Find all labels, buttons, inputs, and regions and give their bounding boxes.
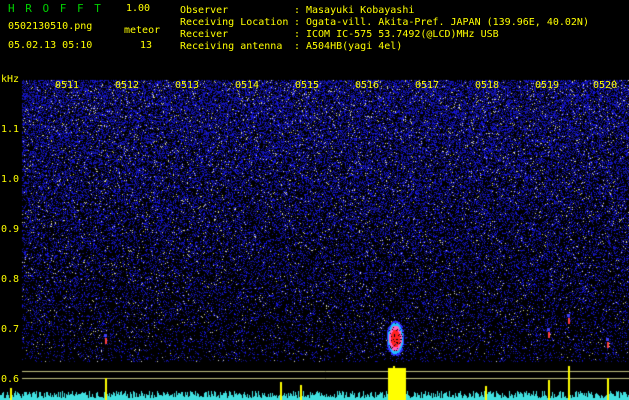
time-label: 0516 (355, 80, 380, 91)
time-label: 0515 (295, 80, 320, 91)
axis-unit: kHz (1, 74, 20, 85)
info-label: Receiving Location (180, 17, 289, 28)
hroft-display: H R O F F T 1.00 0502130510.png meteor 0… (0, 0, 629, 400)
time-label: 0520 (593, 80, 618, 91)
time-label: 0514 (235, 80, 260, 91)
time-label: 0517 (415, 80, 440, 91)
info-value: A504HB(yagi 4el) (306, 41, 403, 52)
y-tick: 1.0 (1, 174, 20, 185)
info-sep: : (294, 17, 301, 28)
time-label: 0513 (175, 80, 200, 91)
meteor-count: 13 (140, 40, 153, 51)
meteor-label: meteor (124, 25, 161, 36)
info-value: Ogata-vill. Akita-Pref. JAPAN (139.96E, … (306, 17, 589, 28)
time-label: 0519 (535, 80, 560, 91)
time-label: 0518 (475, 80, 500, 91)
y-tick: 0.6 (1, 374, 20, 385)
info-sep: : (294, 41, 301, 52)
info-label: Observer (180, 5, 229, 16)
time-label: 0511 (55, 80, 80, 91)
spectrogram (0, 0, 629, 400)
app-version: 1.00 (126, 3, 151, 14)
y-tick: 0.7 (1, 324, 20, 335)
y-tick: 0.9 (1, 224, 20, 235)
file-name: 0502130510.png (8, 21, 93, 32)
info-label: Receiver (180, 29, 229, 40)
time-label: 0512 (115, 80, 140, 91)
date-time: 05.02.13 05:10 (8, 40, 93, 51)
info-sep: : (294, 5, 301, 16)
y-tick: 0.8 (1, 274, 20, 285)
y-tick: 1.1 (1, 124, 20, 135)
info-sep: : (294, 29, 301, 40)
app-logo: H R O F F T (8, 2, 103, 15)
info-value: ICOM IC-575 53.7492(@LCD)MHz USB (306, 29, 499, 40)
info-label: Receiving antenna (180, 41, 283, 52)
info-value: Masayuki Kobayashi (306, 5, 415, 16)
